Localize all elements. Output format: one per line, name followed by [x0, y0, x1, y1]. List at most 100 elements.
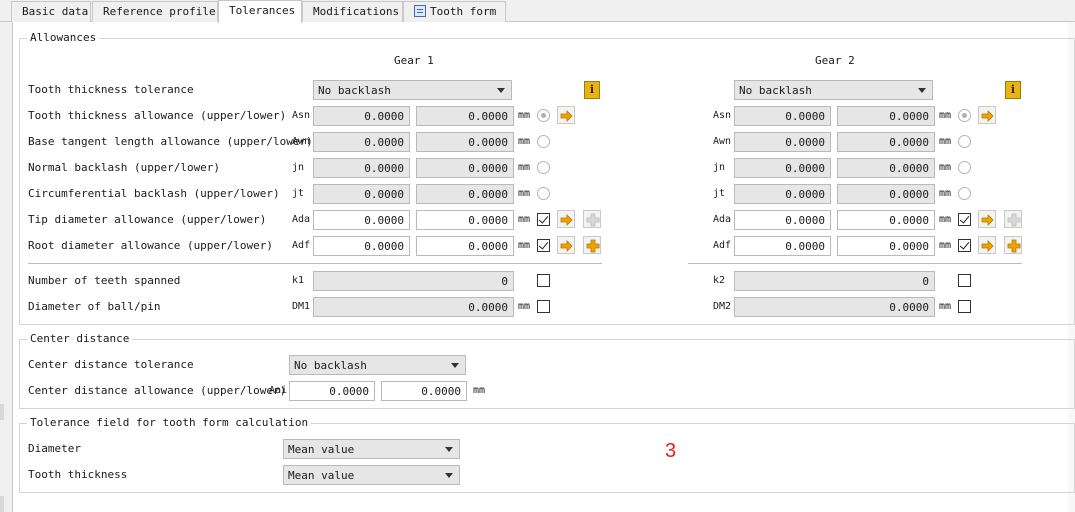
gear2-lower-field[interactable]: 0.0000 — [837, 106, 935, 126]
gear1-lower-field[interactable]: 0.0000 — [416, 210, 514, 230]
dropdown-value: Mean value — [288, 469, 355, 482]
center-distance-allowance-label: Center distance allowance (upper/lower) — [28, 384, 287, 397]
gear2-radio[interactable] — [958, 161, 971, 174]
gear1-radio[interactable] — [537, 109, 550, 122]
unit-label: mm — [518, 301, 531, 312]
gear2-tolerance-dropdown[interactable]: No backlash — [734, 80, 933, 100]
row-symbol: k2 — [713, 275, 726, 286]
gear1-add-button[interactable] — [583, 236, 601, 254]
gear2-teeth-spanned-checkbox[interactable] — [958, 274, 971, 287]
gear1-lower-field[interactable]: 0.0000 — [416, 184, 514, 204]
gear2-upper-field[interactable]: 0.0000 — [734, 158, 831, 178]
gear2-lower-field[interactable]: 0.0000 — [837, 184, 935, 204]
gear2-upper-field[interactable]: 0.0000 — [734, 132, 831, 152]
row-symbol: Asn — [292, 110, 311, 121]
gear2-upper-field[interactable]: 0.0000 — [734, 236, 831, 256]
left-edge — [0, 22, 12, 512]
unit-label: mm — [518, 188, 531, 199]
tab-modifications[interactable]: Modifications — [302, 1, 403, 22]
gear1-radio[interactable] — [537, 161, 550, 174]
gear2-root-checkbox[interactable] — [958, 239, 971, 252]
gear2-lower-field[interactable]: 0.0000 — [837, 158, 935, 178]
row-label: Tip diameter allowance (upper/lower) — [28, 213, 267, 226]
gear2-radio[interactable] — [958, 187, 971, 200]
center-distance-upper-field[interactable]: 0.0000 — [289, 381, 375, 401]
row-symbol: k1 — [292, 275, 305, 286]
gear1-upper-field[interactable]: 0.0000 — [313, 158, 410, 178]
gear2-ball-pin-field[interactable]: 0.0000 — [734, 297, 935, 317]
gear1-upper-field[interactable]: 0.0000 — [313, 184, 410, 204]
unit-label: mm — [939, 240, 952, 251]
row-label: Tooth thickness allowance (upper/lower) — [28, 109, 287, 122]
edge-marker — [0, 496, 4, 512]
gear2-calc-arrow-button[interactable] — [978, 236, 996, 254]
gear1-info-icon[interactable]: i — [584, 81, 600, 99]
gear1-add-button-disabled[interactable] — [583, 210, 601, 228]
dropdown-value: No backlash — [318, 84, 391, 97]
gear1-root-checkbox[interactable] — [537, 239, 550, 252]
plus-icon — [1007, 213, 1021, 227]
tab-basic-data[interactable]: Basic data — [11, 1, 91, 22]
gear1-radio[interactable] — [537, 135, 550, 148]
unit-label: mm — [518, 214, 531, 225]
gear1-upper-field[interactable]: 0.0000 — [313, 106, 410, 126]
gear1-lower-field[interactable]: 0.0000 — [416, 236, 514, 256]
gear1-radio[interactable] — [537, 187, 550, 200]
tab-tooth-form[interactable]: Tooth form — [403, 1, 506, 22]
gear2-radio[interactable] — [958, 109, 971, 122]
gear1-teeth-spanned-checkbox[interactable] — [537, 274, 550, 287]
gear1-upper-field[interactable]: 0.0000 — [313, 210, 410, 230]
allowances-title: Allowances — [27, 31, 100, 44]
tab-reference-profile[interactable]: Reference profile — [92, 1, 218, 22]
gear2-upper-field[interactable]: 0.0000 — [734, 184, 831, 204]
gear2-lower-field[interactable]: 0.0000 — [837, 236, 935, 256]
gear1-upper-field[interactable]: 0.0000 — [313, 236, 410, 256]
diameter-dropdown[interactable]: Mean value — [283, 439, 460, 459]
gear2-add-button-disabled[interactable] — [1004, 210, 1022, 228]
gear1-lower-field[interactable]: 0.0000 — [416, 106, 514, 126]
gear2-lower-field[interactable]: 0.0000 — [837, 210, 935, 230]
gear1-tip-checkbox[interactable] — [537, 213, 550, 226]
tab-label: Reference profile — [103, 5, 216, 18]
gear2-info-icon[interactable]: i — [1005, 81, 1021, 99]
gear1-tolerance-dropdown[interactable]: No backlash — [313, 80, 512, 100]
gear2-calc-arrow-button[interactable] — [978, 106, 996, 124]
gear1-calc-arrow-button[interactable] — [557, 210, 575, 228]
center-distance-lower-field[interactable]: 0.0000 — [381, 381, 467, 401]
gear2-calc-arrow-button[interactable] — [978, 210, 996, 228]
gear2-teeth-spanned-field[interactable]: 0 — [734, 271, 935, 291]
gear1-lower-field[interactable]: 0.0000 — [416, 158, 514, 178]
tab-label: Modifications — [313, 5, 400, 18]
diameter-label: Diameter — [28, 442, 81, 455]
gear2-upper-field[interactable]: 0.0000 — [734, 210, 831, 230]
tab-tolerances[interactable]: Tolerances — [218, 0, 302, 23]
gear1-ball-pin-checkbox[interactable] — [537, 300, 550, 313]
arrow-right-icon — [560, 214, 573, 226]
row-symbol: jn — [713, 162, 726, 173]
unit-label: mm — [473, 385, 486, 396]
gear1-lower-field[interactable]: 0.0000 — [416, 132, 514, 152]
tooth-thickness-dropdown[interactable]: Mean value — [283, 465, 460, 485]
tooth-form-icon — [414, 5, 426, 17]
tolerance-field-group — [19, 423, 1075, 493]
gear1-calc-arrow-button[interactable] — [557, 106, 575, 124]
gear2-lower-field[interactable]: 0.0000 — [837, 132, 935, 152]
gear1-ball-pin-field[interactable]: 0.0000 — [313, 297, 514, 317]
gear2-add-button[interactable] — [1004, 236, 1022, 254]
gear1-upper-field[interactable]: 0.0000 — [313, 132, 410, 152]
gear2-radio[interactable] — [958, 135, 971, 148]
gear2-header: Gear 2 — [815, 54, 855, 67]
gear2-tip-checkbox[interactable] — [958, 213, 971, 226]
unit-label: mm — [939, 188, 952, 199]
row-label: Circumferential backlash (upper/lower) — [28, 187, 280, 200]
gear1-calc-arrow-button[interactable] — [557, 236, 575, 254]
dropdown-value: No backlash — [739, 84, 812, 97]
gear2-upper-field[interactable]: 0.0000 — [734, 106, 831, 126]
row-symbol: Awn — [292, 136, 311, 147]
tab-label: Basic data — [22, 5, 89, 18]
unit-label: mm — [939, 301, 952, 312]
gear1-teeth-spanned-field[interactable]: 0 — [313, 271, 514, 291]
gear2-ball-pin-checkbox[interactable] — [958, 300, 971, 313]
arrow-right-icon — [981, 240, 994, 252]
center-distance-tolerance-dropdown[interactable]: No backlash — [289, 355, 466, 375]
